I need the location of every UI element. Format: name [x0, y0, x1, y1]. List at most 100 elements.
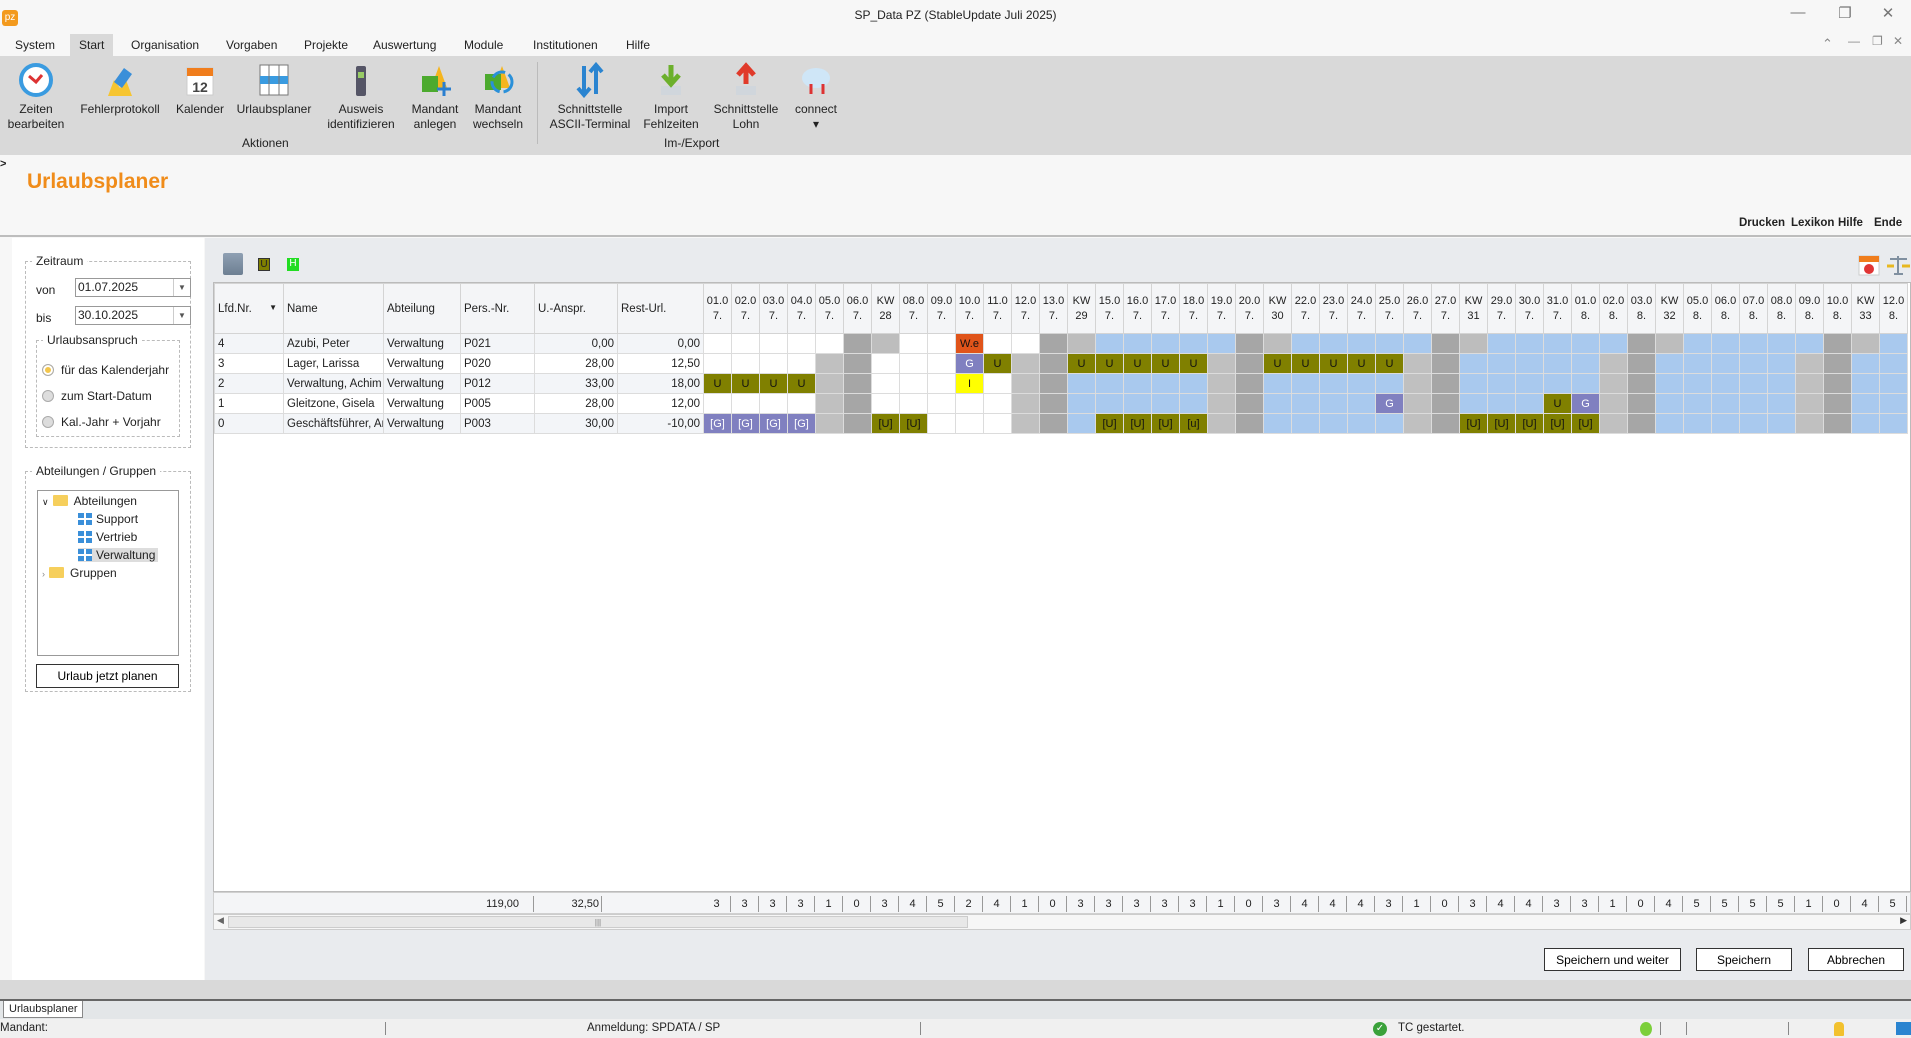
save-button[interactable]: Speichern	[1696, 948, 1792, 971]
day-cell[interactable]	[843, 413, 872, 434]
day-cell[interactable]: [G]	[759, 413, 788, 434]
cell-abt[interactable]: Verwaltung	[383, 413, 461, 434]
vacation-grid[interactable]: Lfd.Nr. ▼ Name Abteilung Pers.-Nr. U.-Ans…	[213, 282, 1911, 892]
day-cell[interactable]	[703, 333, 732, 354]
day-cell[interactable]	[1487, 333, 1516, 354]
day-cell[interactable]	[815, 333, 844, 354]
day-cell[interactable]	[1851, 373, 1880, 394]
day-cell[interactable]	[1403, 393, 1432, 414]
day-cell[interactable]: U	[1095, 353, 1124, 374]
day-cell[interactable]	[1347, 373, 1376, 394]
day-cell[interactable]	[1739, 413, 1768, 434]
day-cell[interactable]	[983, 373, 1012, 394]
day-cell[interactable]: U	[1179, 353, 1208, 374]
day-header[interactable]: 12.0 8.	[1879, 283, 1908, 334]
day-cell[interactable]	[1151, 333, 1180, 354]
day-header[interactable]: 15.0 7.	[1095, 283, 1124, 334]
day-cell[interactable]	[1403, 373, 1432, 394]
day-cell[interactable]	[955, 393, 984, 414]
day-cell[interactable]	[1879, 373, 1908, 394]
day-cell[interactable]: U	[731, 373, 760, 394]
day-cell[interactable]	[815, 393, 844, 414]
cell-ansp[interactable]: 0,00	[534, 333, 618, 354]
day-cell[interactable]	[1347, 393, 1376, 414]
day-header[interactable]: KW 29	[1067, 283, 1096, 334]
day-cell[interactable]: U	[1347, 353, 1376, 374]
mdi-minimize-button[interactable]: —	[1848, 34, 1860, 48]
day-cell[interactable]: U	[1543, 393, 1572, 414]
day-cell[interactable]	[787, 353, 816, 374]
day-cell[interactable]	[1879, 413, 1908, 434]
day-cell[interactable]	[1879, 353, 1908, 374]
day-cell[interactable]	[703, 393, 732, 414]
day-cell[interactable]	[1683, 353, 1712, 374]
day-cell[interactable]	[899, 333, 928, 354]
day-cell[interactable]	[1599, 333, 1628, 354]
day-cell[interactable]	[1599, 393, 1628, 414]
day-cell[interactable]	[1319, 373, 1348, 394]
day-cell[interactable]	[1739, 353, 1768, 374]
day-cell[interactable]	[1767, 413, 1796, 434]
day-cell[interactable]	[843, 333, 872, 354]
chevron-down-icon[interactable]: ▼	[173, 279, 190, 296]
day-cell[interactable]	[871, 353, 900, 374]
day-cell[interactable]	[1039, 413, 1068, 434]
day-header[interactable]: 09.0 7.	[927, 283, 956, 334]
day-cell[interactable]: U	[759, 373, 788, 394]
day-cell[interactable]	[1627, 393, 1656, 414]
day-cell[interactable]	[1655, 353, 1684, 374]
day-cell[interactable]: I	[955, 373, 984, 394]
restore-button[interactable]: ❐	[1825, 4, 1865, 26]
day-header[interactable]: 26.0 7.	[1403, 283, 1432, 334]
day-cell[interactable]	[1627, 353, 1656, 374]
day-cell[interactable]	[1711, 393, 1740, 414]
day-cell[interactable]	[1403, 333, 1432, 354]
day-cell[interactable]	[815, 373, 844, 394]
day-cell[interactable]	[1067, 413, 1096, 434]
day-cell[interactable]	[1011, 393, 1040, 414]
day-cell[interactable]	[1767, 353, 1796, 374]
chevron-down-icon[interactable]: ▼	[173, 307, 190, 324]
cell-name[interactable]: Geschäftsführer, Anton	[283, 413, 384, 434]
day-header[interactable]: 31.0 7.	[1543, 283, 1572, 334]
cell-abt[interactable]: Verwaltung	[383, 353, 461, 374]
kalender-button[interactable]: 12 Kalender	[172, 62, 228, 117]
day-header[interactable]: 01.0 8.	[1571, 283, 1600, 334]
link-ende[interactable]: Ende	[1874, 217, 1902, 229]
day-cell[interactable]	[1683, 393, 1712, 414]
day-cell[interactable]	[1711, 373, 1740, 394]
day-cell[interactable]	[759, 353, 788, 374]
tree-node-gruppen[interactable]: › Gruppen	[42, 566, 117, 580]
day-cell[interactable]	[927, 373, 956, 394]
day-header[interactable]: KW 32	[1655, 283, 1684, 334]
day-cell[interactable]	[843, 373, 872, 394]
day-header[interactable]: 02.0 7.	[731, 283, 760, 334]
day-cell[interactable]	[1711, 333, 1740, 354]
cell-pers[interactable]: P005	[460, 393, 535, 414]
day-cell[interactable]	[1683, 373, 1712, 394]
day-cell[interactable]	[1123, 333, 1152, 354]
von-date-picker[interactable]: 01.07.2025 ▼	[75, 278, 191, 297]
day-cell[interactable]	[1515, 333, 1544, 354]
day-cell[interactable]	[1795, 333, 1824, 354]
day-header[interactable]: 01.0 7.	[703, 283, 732, 334]
calendar-delete-icon[interactable]	[1857, 253, 1881, 277]
link-lexikon[interactable]: Lexikon	[1791, 217, 1834, 229]
cell-abt[interactable]: Verwaltung	[383, 393, 461, 414]
day-cell[interactable]	[1151, 373, 1180, 394]
cell-rest[interactable]: 12,00	[617, 393, 704, 414]
day-header[interactable]: 27.0 7.	[1431, 283, 1460, 334]
cell-nr[interactable]: 0	[214, 413, 284, 434]
day-cell[interactable]	[1795, 393, 1824, 414]
day-cell[interactable]	[1599, 353, 1628, 374]
day-cell[interactable]	[1291, 413, 1320, 434]
day-cell[interactable]	[1823, 333, 1852, 354]
day-cell[interactable]	[1599, 373, 1628, 394]
day-cell[interactable]	[1011, 353, 1040, 374]
day-header[interactable]: 18.0 7.	[1179, 283, 1208, 334]
menu-vorgaben[interactable]: Vorgaben	[217, 34, 286, 56]
day-cell[interactable]: [U]	[1123, 413, 1152, 434]
day-cell[interactable]	[843, 393, 872, 414]
cell-abt[interactable]: Verwaltung	[383, 333, 461, 354]
day-cell[interactable]	[1543, 353, 1572, 374]
